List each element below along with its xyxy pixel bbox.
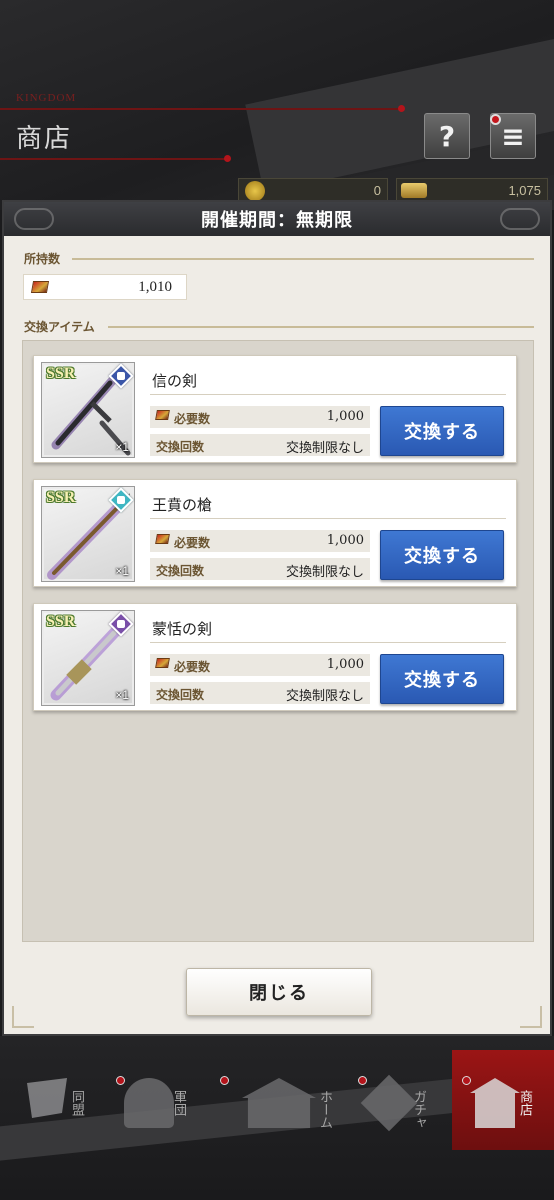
nav-label: 軍団 <box>171 1090 186 1116</box>
owned-count: 1,010 <box>23 274 187 300</box>
required-row: 必要数 1,000 <box>150 654 370 676</box>
item-thumbnail: SSR ×1 <box>41 362 135 458</box>
nav-item-alliance[interactable]: 同盟 <box>8 1054 98 1154</box>
help-icon: ? <box>438 119 456 153</box>
list-item: SSR ×1 王賁の槍 必要数 1,000 交換回数 交換制限なし 交換する <box>33 479 517 587</box>
close-button[interactable]: 閉じる <box>186 968 372 1016</box>
required-value: 1,000 <box>326 409 364 424</box>
required-row: 必要数 1,000 <box>150 530 370 552</box>
item-name: 信の剣 <box>152 372 198 390</box>
required-value: 1,000 <box>326 533 364 548</box>
list-item: SSR ×1 蒙恬の剣 必要数 1,000 交換回数 交換制限なし 交換する <box>33 603 517 711</box>
name-divider <box>150 394 506 395</box>
exchange-count-row: 交換回数 交換制限なし <box>150 434 370 456</box>
items-label: 交換アイテム <box>24 320 95 334</box>
rarity-badge: SSR <box>46 365 76 382</box>
flag-banner-icon <box>27 1078 67 1118</box>
page-title: 商店 <box>16 124 73 154</box>
palace-icon <box>242 1078 316 1128</box>
app-header: KINGDOM 商店 ? ≡ 0 1,075 <box>0 0 554 210</box>
exchange-count-label: 交換回数 <box>156 688 205 702</box>
nav-label: ホーム <box>317 1090 332 1129</box>
brand-label: KINGDOM <box>16 92 77 104</box>
owned-value: 1,010 <box>138 278 172 295</box>
rarity-badge: SSR <box>46 489 76 506</box>
exchange-count-row: 交換回数 交換制限なし <box>150 682 370 704</box>
cloud-ornament <box>500 208 540 230</box>
required-row: 必要数 1,000 <box>150 406 370 428</box>
coin-icon <box>245 181 265 201</box>
name-divider <box>150 642 506 643</box>
required-value: 1,000 <box>326 657 364 672</box>
item-list: SSR ×1 信の剣 必要数 1,000 交換回数 交換制限なし 交換する SS… <box>22 340 534 942</box>
cloud-ornament <box>14 208 54 230</box>
item-thumbnail: SSR ×1 <box>41 486 135 582</box>
exchange-count-row: 交換回数 交換制限なし <box>150 558 370 580</box>
nav-item-gacha[interactable]: ガチャ <box>350 1054 440 1154</box>
gacha-emblem-icon <box>360 1074 418 1132</box>
banner-token-icon <box>155 534 170 544</box>
section-divider <box>108 326 534 328</box>
section-divider <box>72 258 534 260</box>
divider-dot <box>398 105 405 112</box>
nav-item-army[interactable]: 軍団 <box>110 1054 200 1154</box>
notification-dot <box>116 1076 125 1085</box>
nav-item-shop[interactable]: 商店 <box>456 1054 546 1154</box>
notification-dot <box>462 1076 471 1085</box>
notification-dot <box>358 1076 367 1085</box>
item-quantity: ×1 <box>115 564 129 578</box>
item-name: 王賁の槍 <box>152 496 213 514</box>
exchange-count-label: 交換回数 <box>156 440 205 454</box>
required-label: 必要数 <box>174 660 211 674</box>
gold-ingot-icon <box>401 183 427 198</box>
nav-label: 商店 <box>517 1090 532 1116</box>
divider-line <box>0 158 228 160</box>
notification-dot <box>220 1076 229 1085</box>
modal-title: 開催期間：無期限 <box>201 210 353 231</box>
exchange-button[interactable]: 交換する <box>380 654 504 704</box>
menu-icon: ≡ <box>501 119 525 153</box>
exchange-button[interactable]: 交換する <box>380 530 504 580</box>
banner-token-icon <box>155 658 170 668</box>
item-thumbnail: SSR ×1 <box>41 610 135 706</box>
ingot-balance: 1,075 <box>396 178 548 202</box>
exchange-count-label: 交換回数 <box>156 564 205 578</box>
name-divider <box>150 518 506 519</box>
help-button[interactable]: ? <box>424 113 470 159</box>
exchange-count-value: 交換制限なし <box>285 689 364 704</box>
corner-ornament <box>520 1006 542 1028</box>
required-label: 必要数 <box>174 536 211 550</box>
helmet-icon <box>124 1078 174 1128</box>
notification-dot <box>490 114 501 125</box>
coin-balance: 0 <box>238 178 388 202</box>
exchange-modal: 開催期間：無期限 所持数 1,010 交換アイテム SSR ×1 信の剣 必要数… <box>2 200 552 1036</box>
coin-value: 0 <box>373 182 381 198</box>
nav-label: ガチャ <box>411 1090 426 1129</box>
nav-label: 同盟 <box>69 1090 84 1116</box>
list-item: SSR ×1 信の剣 必要数 1,000 交換回数 交換制限なし 交換する <box>33 355 517 463</box>
modal-header: 開催期間：無期限 <box>4 202 550 236</box>
item-quantity: ×1 <box>115 688 129 702</box>
ingot-value: 1,075 <box>508 182 541 198</box>
divider-dot <box>224 155 231 162</box>
required-label: 必要数 <box>174 412 211 426</box>
owned-label: 所持数 <box>24 252 61 266</box>
item-quantity: ×1 <box>115 440 129 454</box>
corner-ornament <box>12 1006 34 1028</box>
rarity-badge: SSR <box>46 613 76 630</box>
item-name: 蒙恬の剣 <box>152 620 213 638</box>
divider-line <box>0 108 400 110</box>
exchange-count-value: 交換制限なし <box>285 441 364 456</box>
nav-item-home[interactable]: ホーム <box>228 1054 332 1154</box>
exchange-button[interactable]: 交換する <box>380 406 504 456</box>
banner-token-icon <box>155 410 170 420</box>
shop-building-icon <box>470 1078 520 1128</box>
banner-token-icon <box>30 281 50 293</box>
exchange-count-value: 交換制限なし <box>285 565 364 580</box>
